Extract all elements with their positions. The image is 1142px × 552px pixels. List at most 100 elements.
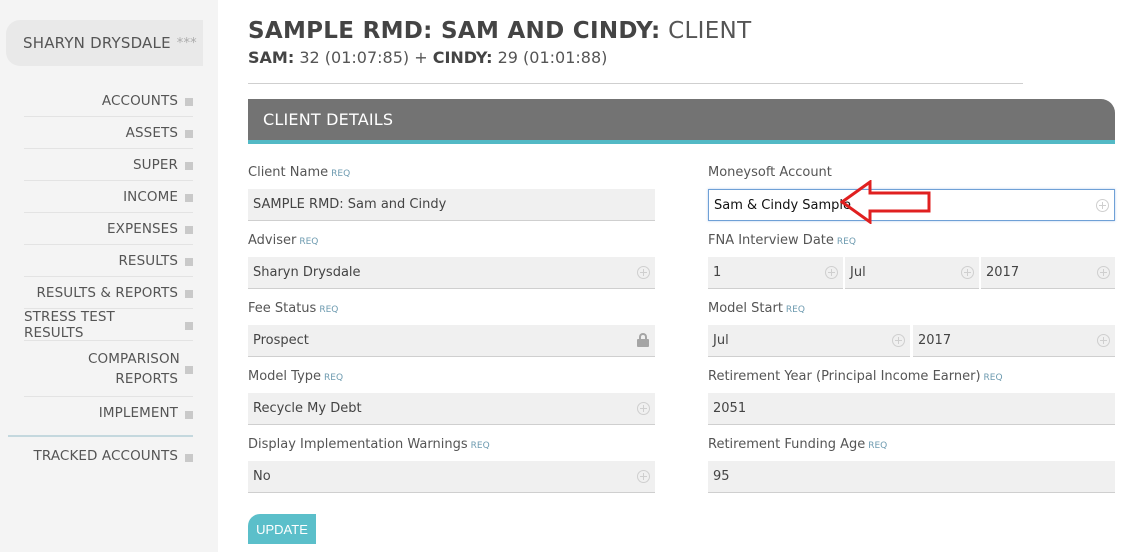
model-type-field: Model Type REQ Recycle My Debt <box>248 369 655 425</box>
person2-name: CINDY: <box>432 48 493 67</box>
sidebar-item-implement[interactable]: IMPLEMENT <box>24 397 193 429</box>
annotation-arrow-icon <box>840 180 931 224</box>
adviser-label: Adviser <box>248 233 297 248</box>
update-button[interactable]: UPDATE <box>248 514 316 544</box>
req-tag: REQ <box>319 305 339 315</box>
fee-status-input: Prospect <box>248 325 655 357</box>
sidebar-item-assets[interactable]: ASSETS <box>24 117 193 149</box>
page-title-section: CLIENT <box>668 18 752 44</box>
model-start-label: Model Start <box>708 301 783 316</box>
plus-circle-icon[interactable] <box>637 470 650 483</box>
client-name-value: SAMPLE RMD: Sam and Cindy <box>253 197 447 212</box>
req-tag: REQ <box>983 373 1003 383</box>
adviser-value: Sharyn Drysdale <box>253 265 361 280</box>
retirement-year-value: 2051 <box>713 401 747 416</box>
sidebar-item-label: TRACKED ACCOUNTS <box>33 448 178 464</box>
sidebar-item-label: IMPLEMENT <box>98 405 178 421</box>
retirement-year-field: Retirement Year (Principal Income Earner… <box>708 369 1115 425</box>
page-title: SAMPLE RMD: SAM AND CINDY: CLIENT <box>248 18 751 44</box>
sidebar-item-expenses[interactable]: EXPENSES <box>24 213 193 245</box>
sidebar-item-label: INCOME <box>123 188 178 205</box>
square-icon <box>185 453 193 462</box>
sidebar-item-label: COMPARISON REPORTS <box>88 350 180 387</box>
sidebar-item-results-reports[interactable]: RESULTS & REPORTS <box>24 277 193 309</box>
user-stars: *** <box>176 35 197 51</box>
square-icon <box>185 98 193 106</box>
sidebar-item-comparison-reports[interactable]: COMPARISON REPORTS <box>24 341 193 397</box>
plus-circle-icon[interactable] <box>637 266 650 279</box>
sidebar-item-super[interactable]: SUPER <box>24 149 193 181</box>
plus-circle-icon[interactable] <box>1097 266 1110 279</box>
sidebar-item-label: STRESS TEST RESULTS <box>24 308 115 341</box>
sidebar: SHARYN DRYSDALE *** ACCOUNTS ASSETS SUPE… <box>0 0 218 552</box>
sidebar-item-label: SUPER <box>132 156 178 173</box>
model-start-month-value: Jul <box>713 333 729 348</box>
req-tag: REQ <box>324 373 344 383</box>
moneysoft-value: Sam & Cindy Sample <box>714 197 852 213</box>
user-name: SHARYN DRYSDALE <box>23 34 171 52</box>
fna-month-value: Jul <box>850 265 866 280</box>
panel-accent-rule <box>248 140 1115 144</box>
moneysoft-label: Moneysoft Account <box>708 165 832 180</box>
display-warnings-select[interactable]: No <box>248 461 655 493</box>
req-tag: REQ <box>470 441 490 451</box>
req-tag: REQ <box>785 305 805 315</box>
square-icon <box>185 194 193 202</box>
person1-name: SAM: <box>248 48 295 67</box>
sidebar-item-results[interactable]: RESULTS <box>24 245 193 277</box>
fee-status-label: Fee Status <box>248 301 317 316</box>
sidebar-item-label: RESULTS <box>118 252 178 269</box>
plus-circle-icon[interactable] <box>1096 199 1109 212</box>
req-tag: REQ <box>836 237 856 247</box>
fna-month-select[interactable]: Jul <box>845 257 979 289</box>
app-root: SHARYN DRYSDALE *** ACCOUNTS ASSETS SUPE… <box>0 0 1142 552</box>
model-start-year-select[interactable]: 2017 <box>913 325 1115 357</box>
panel-header: CLIENT DETAILS <box>248 99 1115 140</box>
square-icon <box>185 226 193 234</box>
model-start-month-select[interactable]: Jul <box>708 325 910 357</box>
adviser-field: Adviser REQ Sharyn Drysdale <box>248 233 655 289</box>
fna-year-select[interactable]: 2017 <box>981 257 1115 289</box>
plus-circle-icon[interactable] <box>1097 334 1110 347</box>
retirement-age-value: 95 <box>713 469 730 484</box>
sidebar-item-label: RESULTS & REPORTS <box>36 284 178 301</box>
fna-year-value: 2017 <box>986 265 1020 280</box>
display-warnings-label: Display Implementation Warnings <box>248 437 468 452</box>
model-type-label: Model Type <box>248 369 322 384</box>
retirement-age-field: Retirement Funding Age REQ 95 <box>708 437 1115 493</box>
plus-circle-icon[interactable] <box>825 266 838 279</box>
header-divider <box>248 83 1023 84</box>
sidebar-nav: ACCOUNTS ASSETS SUPER INCOME EXPENSES RE… <box>0 85 193 475</box>
fna-date-label: FNA Interview Date <box>708 233 834 248</box>
square-icon <box>185 162 193 170</box>
retirement-year-input[interactable]: 2051 <box>708 393 1115 425</box>
sidebar-item-stress-test-results[interactable]: STRESS TEST RESULTS <box>24 309 193 341</box>
panel-title: CLIENT DETAILS <box>263 110 394 129</box>
fee-status-field: Fee Status REQ Prospect <box>248 301 655 357</box>
model-start-year-value: 2017 <box>918 333 952 348</box>
retirement-year-label: Retirement Year (Principal Income Earner… <box>708 369 981 384</box>
retirement-age-input[interactable]: 95 <box>708 461 1115 493</box>
display-warnings-field: Display Implementation Warnings REQ No <box>248 437 655 493</box>
plus-circle-icon[interactable] <box>637 402 650 415</box>
square-icon <box>185 258 193 266</box>
fna-day-select[interactable]: 1 <box>708 257 843 289</box>
req-tag: REQ <box>868 441 888 451</box>
adviser-select[interactable]: Sharyn Drysdale <box>248 257 655 289</box>
square-icon <box>185 410 193 419</box>
plus-circle-icon[interactable] <box>961 266 974 279</box>
person2-detail: 29 (01:01:88) <box>497 48 608 67</box>
model-type-select[interactable]: Recycle My Debt <box>248 393 655 425</box>
plus-circle-icon[interactable] <box>892 334 905 347</box>
sidebar-item-label: ASSETS <box>125 124 178 141</box>
sidebar-item-tracked-accounts[interactable]: TRACKED ACCOUNTS <box>24 437 193 475</box>
sidebar-item-accounts[interactable]: ACCOUNTS <box>24 85 193 117</box>
sidebar-item-label: ACCOUNTS <box>101 92 178 109</box>
sidebar-item-income[interactable]: INCOME <box>24 181 193 213</box>
fna-day-value: 1 <box>713 265 722 280</box>
user-menu[interactable]: SHARYN DRYSDALE *** <box>6 20 203 66</box>
req-tag: REQ <box>331 169 351 179</box>
client-name-input[interactable]: SAMPLE RMD: Sam and Cindy <box>248 189 655 221</box>
display-warnings-value: No <box>253 469 271 484</box>
req-tag: REQ <box>299 237 319 247</box>
